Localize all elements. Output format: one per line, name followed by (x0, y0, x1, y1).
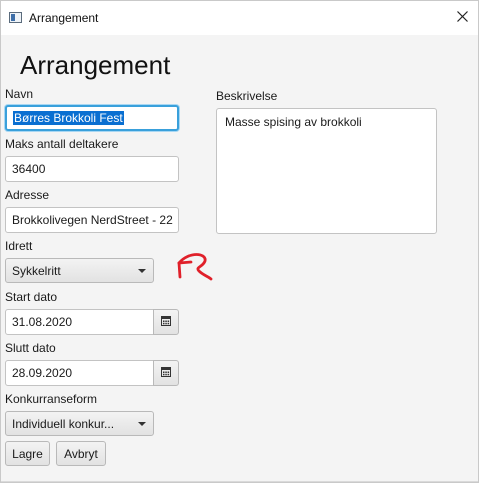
title-bar: Arrangement (1, 1, 478, 35)
start-dato-picker: 31.08.2020 (5, 309, 179, 335)
idrett-select[interactable]: Sykkelritt (5, 258, 154, 283)
maks-label: Maks antall deltakere (5, 137, 119, 151)
red-arrow-annotation (175, 249, 215, 286)
slutt-dato-picker: 28.09.2020 (5, 360, 179, 386)
konkurranseform-select[interactable]: Individuell konkur... (5, 411, 154, 436)
adresse-field[interactable]: Brokkolivegen NerdStreet - 22 (5, 207, 179, 233)
idrett-label: Idrett (5, 239, 33, 253)
chevron-down-icon (138, 422, 146, 426)
slutt-dato-field[interactable]: 28.09.2020 (5, 360, 154, 386)
close-button[interactable] (446, 1, 478, 35)
slutt-dato-calendar-button[interactable] (153, 360, 179, 386)
start-dato-label: Start dato (5, 290, 58, 304)
window-title: Arrangement (29, 11, 99, 25)
adresse-value: Brokkolivegen NerdStreet - 22 (12, 213, 173, 227)
beskrivelse-textarea[interactable]: Masse spising av brokkoli (216, 108, 437, 234)
navn-field[interactable]: Børres Brokkoli Fest (5, 105, 179, 131)
maks-value: 36400 (12, 162, 46, 176)
dialog-window: Arrangement Arrangement Navn Børres Brok… (0, 0, 479, 483)
beskrivelse-label: Beskrivelse (216, 89, 278, 103)
start-dato-field[interactable]: 31.08.2020 (5, 309, 154, 335)
app-icon (9, 12, 22, 23)
start-dato-calendar-button[interactable] (153, 309, 179, 335)
navn-label: Navn (5, 87, 34, 101)
page-title: Arrangement (20, 50, 171, 80)
beskrivelse-value: Masse spising av brokkoli (225, 115, 362, 129)
close-icon (456, 11, 468, 25)
save-button[interactable]: Lagre (5, 441, 50, 466)
calendar-icon (161, 366, 171, 380)
maks-deltakere-field[interactable]: 36400 (5, 156, 179, 182)
calendar-icon (161, 315, 171, 329)
konkurranseform-label: Konkurranseform (5, 392, 98, 406)
cancel-button[interactable]: Avbryt (56, 441, 106, 466)
konkurranseform-value: Individuell konkur... (12, 416, 115, 431)
chevron-down-icon (138, 269, 146, 273)
start-dato-value: 31.08.2020 (12, 315, 73, 329)
slutt-dato-value: 28.09.2020 (12, 366, 73, 380)
divider (1, 481, 478, 482)
adresse-label: Adresse (5, 188, 50, 202)
idrett-value: Sykkelritt (12, 263, 61, 278)
slutt-dato-label: Slutt dato (5, 341, 56, 355)
navn-value: Børres Brokkoli Fest (13, 111, 124, 125)
